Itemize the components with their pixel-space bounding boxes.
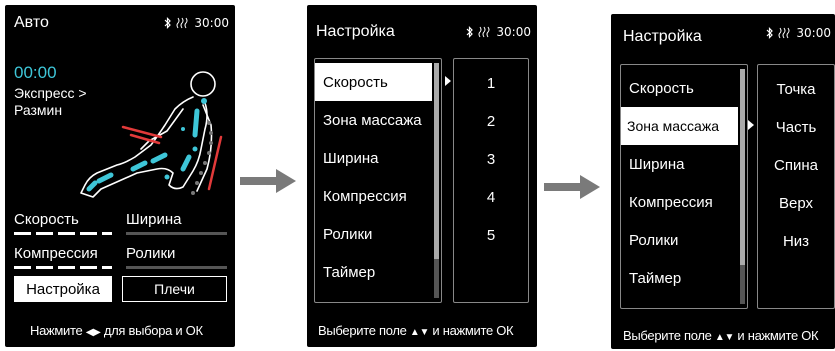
value-item[interactable]: 2	[454, 113, 528, 130]
scrollbar-thumb[interactable]	[434, 63, 439, 259]
value-item[interactable]: Точка	[758, 81, 834, 98]
settings-menu: Скорость Зона массажа Ширина Компрессия …	[620, 64, 748, 309]
heat-icon	[176, 17, 188, 29]
selection-pointer-icon	[445, 76, 451, 86]
timer-text: 30:00	[796, 26, 831, 40]
hint-text-start: Выберите поле	[623, 328, 712, 343]
elapsed-time: 00:00	[14, 63, 57, 82]
value-item[interactable]: 4	[454, 189, 528, 206]
menu-item-speed[interactable]: Скорость	[621, 69, 738, 107]
heat-icon	[478, 26, 490, 38]
menu-item-compression[interactable]: Компрессия	[621, 183, 738, 221]
arrow-right-icon	[240, 169, 296, 193]
massage-chair-illustration	[80, 71, 223, 198]
settings-menu: Скорость Зона массажа Ширина Компрессия …	[314, 58, 442, 303]
menu-scrollbar[interactable]	[434, 63, 439, 298]
timer-text: 30:00	[496, 25, 531, 39]
menu-item-width[interactable]: Ширина	[315, 139, 432, 177]
menu-item-compression[interactable]: Компрессия	[315, 177, 432, 215]
rollers-level-bar	[126, 266, 227, 269]
width-level-bar	[126, 232, 227, 235]
rollers-label: Ролики	[126, 245, 176, 262]
value-item[interactable]: 5	[454, 227, 528, 244]
bluetooth-icon	[766, 27, 774, 39]
menu-item-rollers[interactable]: Ролики	[621, 221, 738, 259]
menu-item-massage-zone[interactable]: Зона массажа	[621, 107, 738, 145]
menu-item-width[interactable]: Ширина	[621, 145, 738, 183]
hint-text-end: и нажмите ОК	[432, 323, 514, 338]
hint-text-end: для выбора и ОК	[103, 323, 203, 338]
speed-label: Скорость	[14, 211, 79, 228]
value-item[interactable]: Низ	[758, 233, 834, 250]
navigation-hint: Выберите поле ▲▼ и нажмите ОК	[318, 323, 514, 338]
settings-screen-massage-zone: Настройка 30:00 Скорость Зона массажа Ши…	[611, 14, 835, 349]
screen-title: Настройка	[623, 28, 702, 45]
menu-scrollbar[interactable]	[740, 69, 745, 304]
hint-text-start: Выберите поле	[318, 323, 407, 338]
auto-screen: Авто 30:00 00:00 Экспресс > Размин Скоро…	[5, 5, 235, 347]
bluetooth-icon	[466, 26, 474, 38]
speed-values-list: 1 2 3 4 5	[453, 58, 529, 303]
speed-level-bar	[14, 232, 112, 235]
navigation-hint: Нажмите ◀▶ для выбора и ОК	[30, 323, 203, 338]
value-item[interactable]: 1	[454, 75, 528, 92]
screen-title: Настройка	[316, 23, 395, 40]
value-item[interactable]: Спина	[758, 157, 834, 174]
up-down-arrows-icon: ▲▼	[409, 327, 430, 338]
status-bar: 30:00	[466, 25, 531, 39]
value-item[interactable]: Часть	[758, 119, 834, 136]
status-bar: 30:00	[766, 26, 831, 40]
width-label: Ширина	[126, 211, 182, 228]
bluetooth-icon	[164, 17, 172, 29]
left-right-arrows-icon: ◀▶	[85, 327, 101, 338]
menu-item-timer[interactable]: Таймер	[621, 259, 738, 297]
value-item[interactable]: Верх	[758, 195, 834, 212]
menu-item-massage-zone[interactable]: Зона массажа	[315, 101, 432, 139]
menu-item-speed[interactable]: Скорость	[315, 63, 432, 101]
menu-item-timer[interactable]: Таймер	[315, 253, 432, 291]
shoulders-button[interactable]: Плечи	[122, 276, 227, 302]
screen-title: Авто	[14, 14, 49, 31]
settings-screen-speed: Настройка 30:00 Скорость Зона массажа Ши…	[307, 5, 537, 347]
selection-pointer-icon	[748, 120, 754, 130]
massage-zone-values-list: Точка Часть Спина Верх Низ	[757, 64, 835, 309]
value-item[interactable]: 3	[454, 151, 528, 168]
scrollbar-thumb[interactable]	[740, 69, 745, 265]
up-down-arrows-icon: ▲▼	[714, 332, 735, 343]
heat-icon	[778, 27, 790, 39]
arrow-right-icon	[544, 175, 600, 199]
settings-button[interactable]: Настройка	[14, 276, 112, 302]
navigation-hint: Выберите поле ▲▼ и нажмите ОК	[623, 328, 819, 343]
hint-text-start: Нажмите	[30, 323, 83, 338]
compression-label: Компрессия	[14, 245, 98, 262]
compression-level-bar	[14, 266, 112, 269]
menu-item-rollers[interactable]: Ролики	[315, 215, 432, 253]
hint-text-end: и нажмите ОК	[737, 328, 819, 343]
timer-text: 30:00	[194, 16, 229, 30]
status-bar: 30:00	[164, 16, 229, 30]
